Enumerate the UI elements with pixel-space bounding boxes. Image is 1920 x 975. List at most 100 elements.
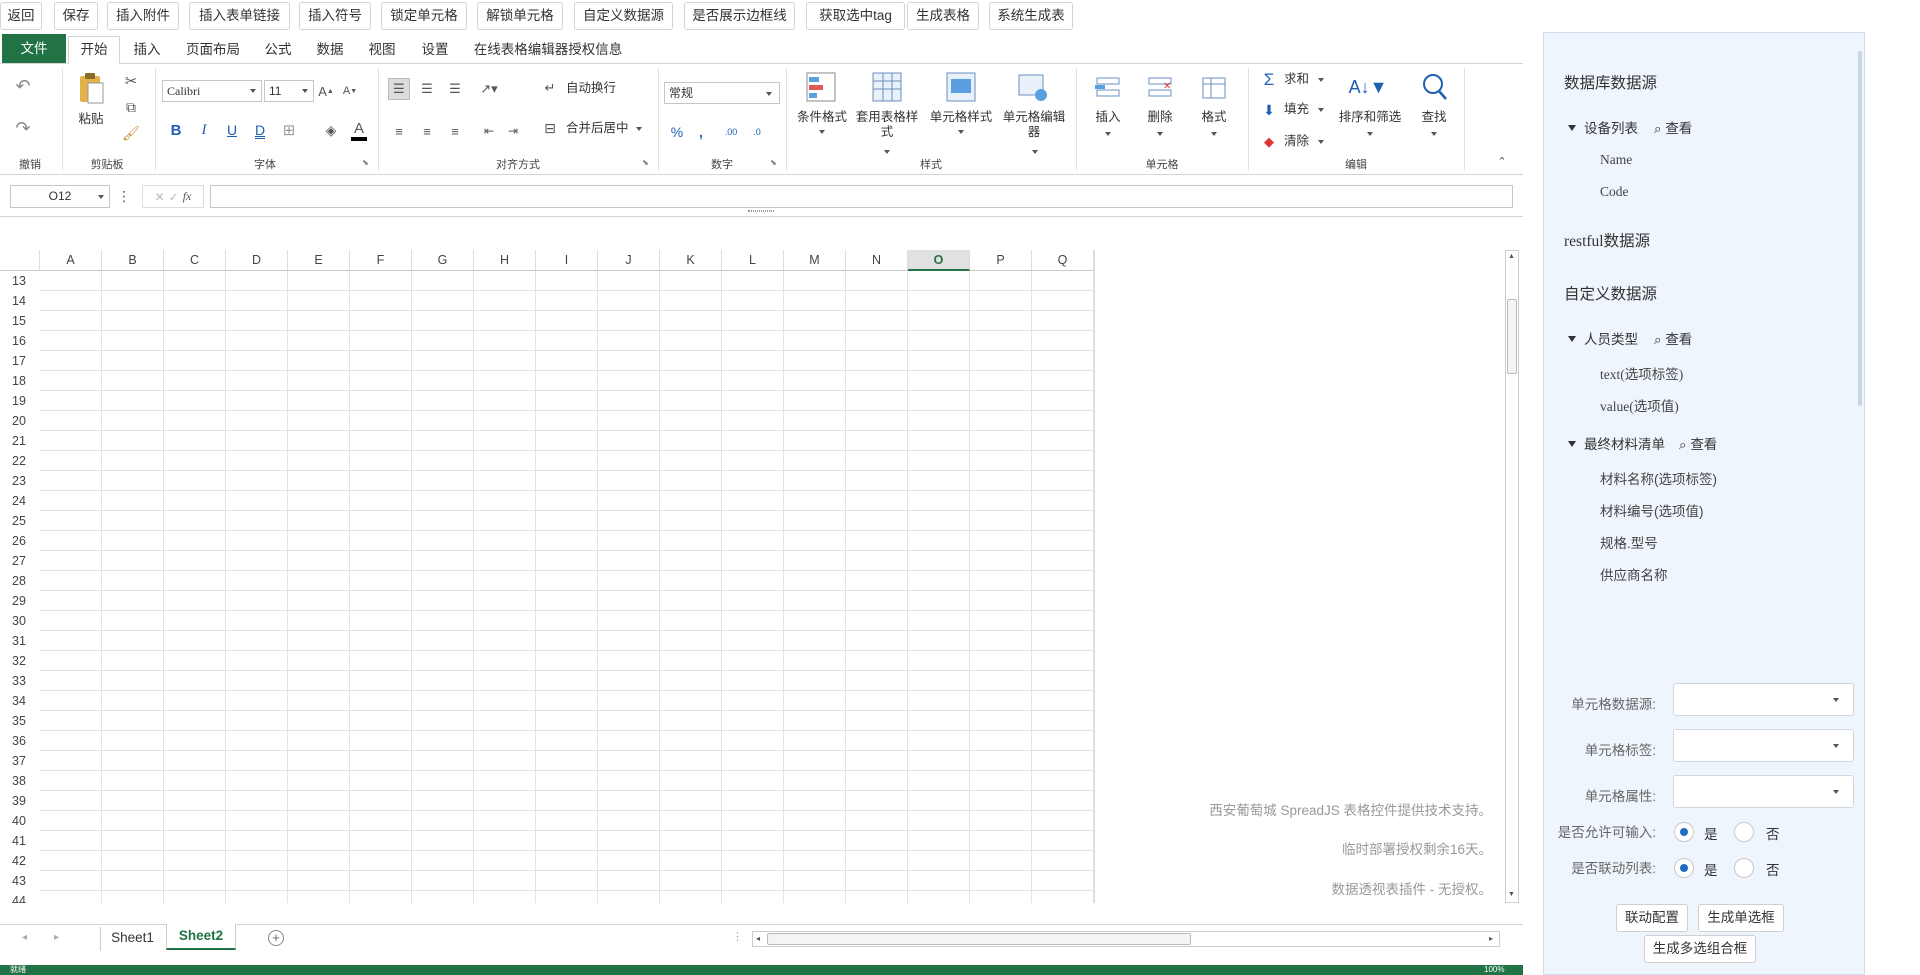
cell-attr-select[interactable] <box>1673 775 1854 808</box>
cell-tag-select[interactable] <box>1673 729 1854 762</box>
column-header-l[interactable]: L <box>722 250 784 271</box>
field-code[interactable]: Code <box>1600 184 1629 200</box>
row-header-24[interactable]: 24 <box>0 491 40 511</box>
copy-icon[interactable]: ⧉ <box>122 98 140 116</box>
row-header-37[interactable]: 37 <box>0 751 40 771</box>
row-header-19[interactable]: 19 <box>0 391 40 411</box>
cut-icon[interactable]: ✂ <box>122 72 140 90</box>
row-header-16[interactable]: 16 <box>0 331 40 351</box>
format-cells-label[interactable]: 格式 <box>1196 110 1232 125</box>
conditional-format-icon[interactable] <box>804 70 838 104</box>
tab-settings[interactable]: 设置 <box>414 37 456 63</box>
double-underline-icon[interactable]: D <box>252 120 268 140</box>
decrease-decimal-icon[interactable]: .0 <box>746 122 768 142</box>
increase-font-icon[interactable]: A ▲ <box>318 82 334 100</box>
row-header-32[interactable]: 32 <box>0 651 40 671</box>
link-config-button[interactable]: 联动配置 <box>1616 904 1688 932</box>
column-header-b[interactable]: B <box>102 250 164 271</box>
cell-style-label[interactable]: 单元格样式 <box>928 110 994 125</box>
undo-icon[interactable]: ↶ <box>8 76 38 96</box>
zoom-level[interactable]: 100% <box>1484 965 1504 975</box>
row-header-13[interactable]: 13 <box>0 271 40 291</box>
linked-list-yes-radio[interactable] <box>1674 858 1694 878</box>
row-header-22[interactable]: 22 <box>0 451 40 471</box>
row-header-43[interactable]: 43 <box>0 871 40 891</box>
autosum-label[interactable]: 求和 <box>1284 72 1309 87</box>
insert-form-link-button[interactable]: 插入表单链接 <box>189 2 290 30</box>
wrap-text-label[interactable]: 自动换行 <box>566 81 616 96</box>
allow-input-yes-radio[interactable] <box>1674 822 1694 842</box>
number-launcher-icon[interactable]: ⬊ <box>770 158 777 167</box>
unlock-cell-button[interactable]: 解锁单元格 <box>477 2 563 30</box>
orientation-icon[interactable]: ↗▾ <box>474 78 504 100</box>
tab-home[interactable]: 开始 <box>68 36 120 64</box>
system-generate-table-button[interactable]: 系统生成表 <box>989 2 1073 30</box>
linked-list-yes-label[interactable]: 是 <box>1704 859 1718 879</box>
row-header-20[interactable]: 20 <box>0 411 40 431</box>
conditional-format-label[interactable]: 条件格式 <box>794 110 850 125</box>
allow-input-yes-label[interactable]: 是 <box>1704 823 1718 843</box>
align-bottom-icon[interactable]: ☰ <box>444 78 466 100</box>
column-header-g[interactable]: G <box>412 250 474 271</box>
toggle-border-button[interactable]: 是否展示边框线 <box>684 2 795 30</box>
tab-split-handle[interactable]: ⋮ <box>732 930 743 943</box>
custom-datasource-button[interactable]: 自定义数据源 <box>574 2 673 30</box>
column-header-c[interactable]: C <box>164 250 226 271</box>
row-header-15[interactable]: 15 <box>0 311 40 331</box>
insert-attachment-button[interactable]: 插入附件 <box>107 2 179 30</box>
align-left-icon[interactable]: ≡ <box>388 120 410 142</box>
generate-single-select-button[interactable]: 生成单选框 <box>1698 904 1784 932</box>
column-header-d[interactable]: D <box>226 250 288 271</box>
align-top-icon[interactable]: ☰ <box>388 78 410 100</box>
cell-editor-label[interactable]: 单元格编辑器 <box>1000 110 1068 140</box>
tab-view[interactable]: 视图 <box>362 37 402 63</box>
comma-icon[interactable]: , <box>692 122 710 142</box>
row-header-36[interactable]: 36 <box>0 731 40 751</box>
scroll-down-icon[interactable]: ▼ <box>1508 891 1515 898</box>
fill-icon[interactable]: ⬇ <box>1260 100 1278 120</box>
tab-license-info[interactable]: 在线表格编辑器授权信息 <box>468 37 628 63</box>
row-header-21[interactable]: 21 <box>0 431 40 451</box>
row-header-41[interactable]: 41 <box>0 831 40 851</box>
find-icon[interactable] <box>1418 70 1450 104</box>
generate-table-button[interactable]: 生成表格 <box>907 2 979 30</box>
name-box[interactable]: O12 <box>10 185 110 208</box>
vertical-scrollbar[interactable]: ▲ ▼ <box>1505 250 1519 903</box>
border-icon[interactable]: ⊞ <box>280 120 298 140</box>
find-label[interactable]: 查找 <box>1416 110 1452 125</box>
align-right-icon[interactable]: ≡ <box>444 120 466 142</box>
number-format-select[interactable]: 常规 <box>664 82 780 104</box>
field-material-code[interactable]: 材料编号(选项值) <box>1600 500 1704 520</box>
tab-formulas[interactable]: 公式 <box>258 37 298 63</box>
percent-icon[interactable]: % <box>668 122 686 142</box>
clear-icon[interactable]: ◆ <box>1260 132 1278 152</box>
clear-label[interactable]: 清除 <box>1284 134 1309 149</box>
fill-color-icon[interactable]: ◈ <box>322 120 340 140</box>
row-header-27[interactable]: 27 <box>0 551 40 571</box>
cell-grid[interactable] <box>40 271 1094 903</box>
tab-insert[interactable]: 插入 <box>126 37 168 63</box>
delete-cells-label[interactable]: 删除 <box>1142 110 1178 125</box>
expand-icon[interactable] <box>1568 336 1576 342</box>
row-header-29[interactable]: 29 <box>0 591 40 611</box>
tree-node-device-list[interactable]: 设备列表 ⌕ 查看 <box>1568 117 1692 137</box>
row-header-31[interactable]: 31 <box>0 631 40 651</box>
linked-list-no-label[interactable]: 否 <box>1766 859 1780 879</box>
formula-input[interactable] <box>210 185 1513 208</box>
generate-multi-select-button[interactable]: 生成多选组合框 <box>1644 935 1756 963</box>
row-header-44[interactable]: 44 <box>0 891 40 903</box>
sort-filter-icon[interactable]: A↓▼ <box>1349 70 1388 104</box>
sheet-tab-sheet1[interactable]: Sheet1 <box>100 927 164 951</box>
cell-datasource-select[interactable] <box>1673 683 1854 716</box>
align-center-icon[interactable]: ≡ <box>416 120 438 142</box>
row-header-35[interactable]: 35 <box>0 711 40 731</box>
row-header-14[interactable]: 14 <box>0 291 40 311</box>
font-color-icon[interactable]: A <box>350 118 368 142</box>
cell-editor-icon[interactable] <box>1016 70 1050 104</box>
next-sheet-icon[interactable]: ▸ <box>54 932 59 943</box>
increase-decimal-icon[interactable]: .00 <box>720 122 742 142</box>
row-header-28[interactable]: 28 <box>0 571 40 591</box>
merge-center-label[interactable]: 合并后居中 <box>566 121 629 136</box>
tree-node-person-type[interactable]: 人员类型 ⌕ 查看 <box>1568 328 1692 348</box>
autosum-icon[interactable]: Σ <box>1260 70 1278 90</box>
